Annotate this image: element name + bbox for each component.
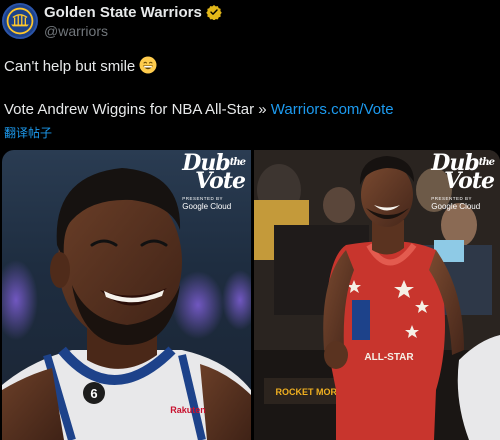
tweet-line1-text: Can't help but smile	[4, 58, 136, 75]
account-name[interactable]: Golden State Warriors	[44, 4, 222, 21]
tweet-line2-text: Vote Andrew Wiggins for NBA All-Star »	[4, 101, 271, 118]
jersey-number: 6	[90, 386, 97, 401]
tweet-header: Golden State Warriors @warriors	[0, 0, 500, 48]
jersey-text: ALL-STAR	[364, 352, 414, 363]
brand-small-left: the	[229, 157, 246, 168]
google-cloud-left: Google Cloud	[182, 202, 232, 211]
translate-post-link[interactable]: 翻译帖子	[4, 124, 52, 141]
tweet-text-line1: Can't help but smile	[4, 56, 157, 75]
presented-by-right: PRESENTED BY	[431, 196, 473, 201]
google-cloud-right: Google Cloud	[431, 202, 481, 211]
account-handle[interactable]: @warriors	[44, 23, 108, 39]
courtside-sign: ROCKET MORT	[276, 387, 343, 397]
grinning-face-emoji-icon	[139, 56, 157, 74]
tweet-media[interactable]: 6 Rakuten Dubthe Vote PRESENTED BY Googl…	[2, 150, 500, 440]
gold-verified-badge-icon	[206, 5, 222, 20]
jersey-sponsor: Rakuten	[170, 405, 206, 415]
tweet-text-line2: Vote Andrew Wiggins for NBA All-Star » W…	[4, 101, 394, 118]
vote-link[interactable]: Warriors.com/Vote	[271, 101, 394, 118]
brand-small-right: the	[478, 157, 495, 168]
dub-the-vote-logo-left: Dubthe Vote PRESENTED BY Google Cloud	[182, 152, 246, 211]
wiggins-warriors-photo[interactable]: 6 Rakuten Dubthe Vote PRESENTED BY Googl…	[2, 150, 251, 440]
account-name-text[interactable]: Golden State Warriors	[44, 4, 202, 21]
wiggins-allstar-photo[interactable]: ROCKET MORT ALL-STAR Dubthe Vote PRESENT…	[254, 150, 500, 440]
dub-the-vote-logo-right: Dubthe Vote PRESENTED BY Google Cloud	[431, 152, 495, 211]
warriors-logo-icon[interactable]	[2, 3, 38, 39]
presented-by-left: PRESENTED BY	[182, 196, 224, 201]
